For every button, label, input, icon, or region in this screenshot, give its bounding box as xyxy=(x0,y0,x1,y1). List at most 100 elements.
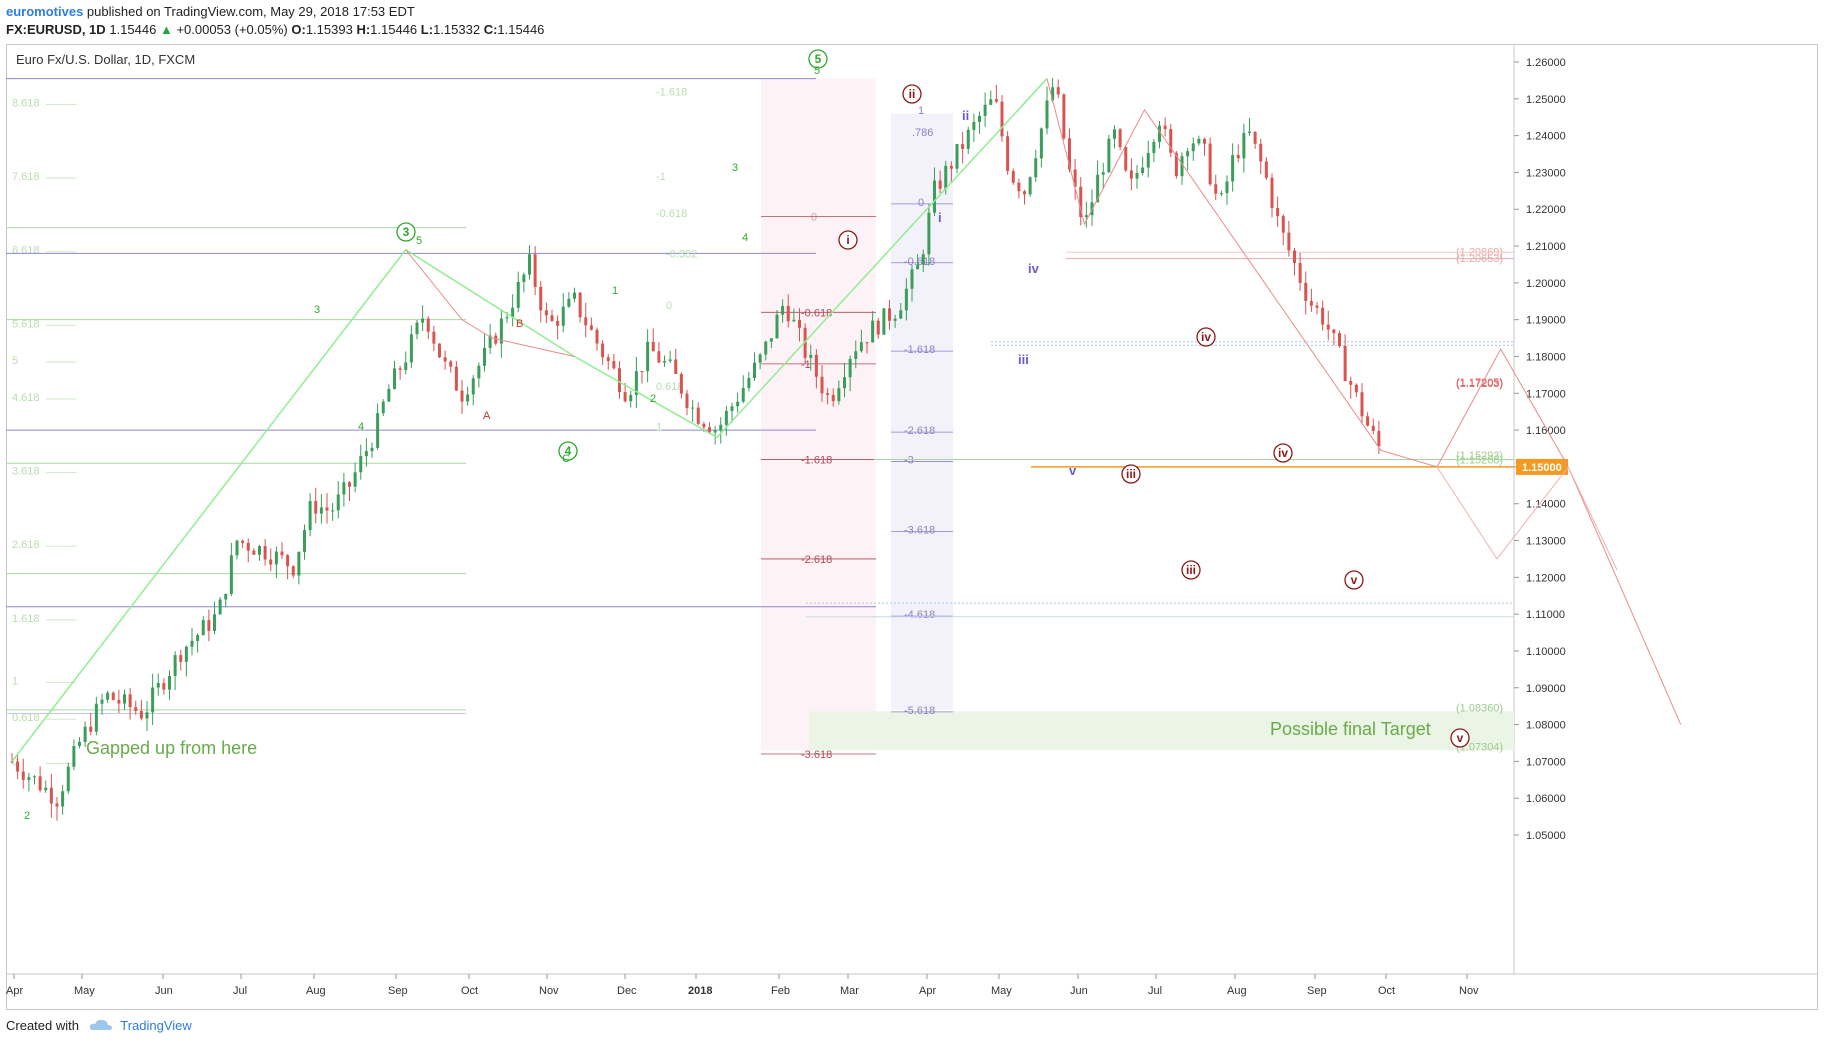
candle-body xyxy=(663,360,666,363)
header: euromotives published on TradingView.com… xyxy=(0,0,1824,44)
roman-wave-label: v xyxy=(1351,573,1358,587)
candle-body xyxy=(1017,182,1021,192)
price-tick-label: 1.26000 xyxy=(1526,57,1566,69)
price-tick-label: 1.11000 xyxy=(1526,609,1565,621)
minor-wave-label: 5 xyxy=(814,65,820,77)
candle-body xyxy=(201,620,205,636)
tradingview-cloud-icon xyxy=(89,1018,113,1035)
price-tick-label: 1.20000 xyxy=(1526,278,1566,290)
candle-body xyxy=(246,542,250,551)
candle-body xyxy=(184,646,188,662)
fib-purple-label: .786 xyxy=(912,127,933,139)
tradingview-link[interactable]: TradingView xyxy=(120,1018,192,1033)
candle-body xyxy=(983,104,987,116)
candle-body xyxy=(387,388,391,402)
candle-body xyxy=(263,546,267,560)
candle-body xyxy=(1006,136,1010,171)
candle-body xyxy=(629,395,633,402)
candle-body xyxy=(477,365,481,379)
time-tick-label: Sep xyxy=(388,985,408,997)
candle-body xyxy=(224,593,228,600)
candle-body xyxy=(1270,177,1274,208)
time-tick-label: May xyxy=(991,985,1012,997)
candle-body xyxy=(443,357,447,362)
candle-body xyxy=(168,676,171,690)
candle-body xyxy=(1360,392,1364,417)
price-change: +0.00053 (+0.05%) xyxy=(176,22,288,37)
candle-body xyxy=(679,373,683,394)
candle-body xyxy=(1366,416,1370,426)
candle-body xyxy=(1315,305,1319,308)
minor-wave-label: 2 xyxy=(24,810,30,822)
candle-body xyxy=(910,269,914,289)
candle-body xyxy=(573,292,576,299)
candle-body xyxy=(595,329,599,344)
candle-body xyxy=(888,308,891,321)
time-tick-label: Apr xyxy=(6,985,23,997)
candle-body xyxy=(319,507,323,514)
time-tick-label: Jul xyxy=(233,985,247,997)
candle-body xyxy=(438,343,441,358)
candle-body xyxy=(646,341,650,372)
fib-green-label: 0.618 xyxy=(656,381,684,393)
candle-body xyxy=(106,692,110,700)
candle-body xyxy=(544,310,548,316)
candle-body xyxy=(252,550,256,555)
candle-body xyxy=(589,325,593,330)
candle-body xyxy=(1152,141,1156,153)
candle-body xyxy=(1208,143,1212,185)
candle-body xyxy=(370,447,374,452)
candle-body xyxy=(1135,173,1139,179)
candle-body xyxy=(269,559,273,565)
candle-body xyxy=(989,99,993,105)
minor-wave-label: 3 xyxy=(314,304,320,316)
time-tick-label: May xyxy=(74,985,95,997)
candle-body xyxy=(426,318,430,332)
candle-body xyxy=(1124,147,1128,171)
candle-body xyxy=(1236,155,1240,159)
candle-body xyxy=(156,683,160,688)
fib-purple-label: -3 xyxy=(904,455,914,467)
roman-wave-label: iv xyxy=(1278,446,1288,460)
price-tick-label: 1.13000 xyxy=(1526,536,1566,548)
candle-body xyxy=(286,555,290,567)
candle-body xyxy=(505,317,509,319)
candle-body xyxy=(753,362,756,379)
candle-body xyxy=(1332,329,1336,334)
candle-body xyxy=(235,540,239,556)
time-tick-label: Apr xyxy=(919,985,936,997)
candle-body xyxy=(893,318,897,321)
candle-body xyxy=(404,362,408,370)
candle-body xyxy=(533,254,537,287)
publish-info: published on TradingView.com, May 29, 20… xyxy=(83,4,415,19)
candle-body xyxy=(1343,345,1347,381)
time-tick-label: Aug xyxy=(1227,985,1247,997)
author-link[interactable]: euromotives xyxy=(6,4,83,19)
candle-body xyxy=(21,771,25,780)
chart-canvas[interactable]: 1.26000 1.25000 1.24000 1.23000 1.22000 1.210… xyxy=(6,44,1818,1010)
price-tick-label: 1.09000 xyxy=(1526,683,1566,695)
candle-body xyxy=(871,320,875,343)
candle-body xyxy=(1101,172,1105,175)
price-tick-label: 1.18000 xyxy=(1526,351,1566,363)
candle-body xyxy=(1023,191,1026,195)
candle-body xyxy=(376,413,380,448)
candle-body xyxy=(381,401,385,414)
roman-wave-label: v xyxy=(1457,731,1464,745)
candle-body xyxy=(612,361,616,369)
chart-area[interactable]: 1.26000 1.25000 1.24000 1.23000 1.22000 1.210… xyxy=(6,44,1818,1010)
candle-body xyxy=(550,315,554,321)
fib-left-label: 4.618 xyxy=(12,392,40,404)
fib-green-label: 0 xyxy=(666,300,672,312)
candle-body xyxy=(859,342,863,352)
candle-body xyxy=(1028,177,1032,195)
time-tick-label: Aug xyxy=(306,985,326,997)
price-tick-label: 1.06000 xyxy=(1526,793,1566,805)
candle-body xyxy=(618,368,621,393)
candle-body xyxy=(798,319,801,328)
fib-red-label: -1.618 xyxy=(801,455,832,467)
candle-body xyxy=(44,787,48,791)
candle-body xyxy=(691,407,695,409)
candle-body xyxy=(359,456,363,473)
candle-body xyxy=(1281,216,1285,233)
